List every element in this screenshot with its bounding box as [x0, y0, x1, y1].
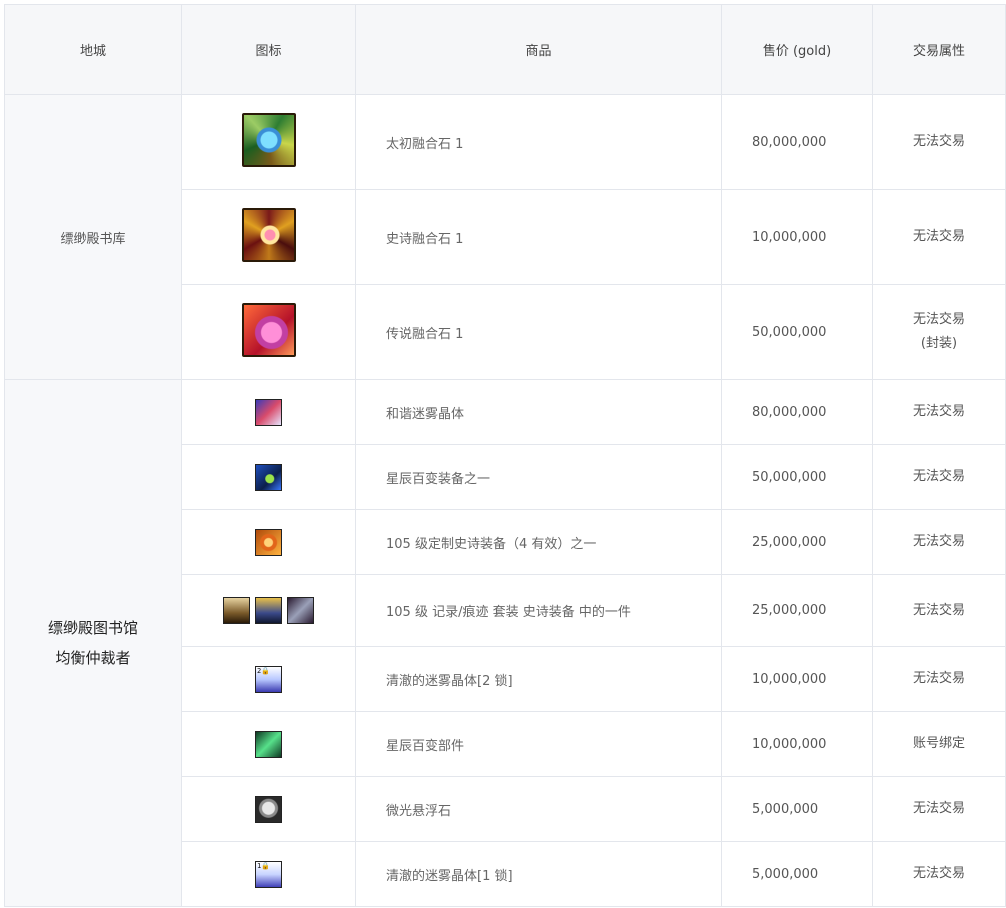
epic-fusion-stone-icon — [241, 208, 296, 262]
item-name: 传说融合石 1 — [355, 284, 722, 380]
custom-epic-icon — [255, 528, 282, 556]
item-name: 太初融合石 1 — [355, 94, 722, 190]
item-trade-attr: 无法交易 — [872, 509, 1006, 575]
npc-name: 均衡仲裁者 — [55, 649, 131, 667]
shop-table: 地城 图标 商品 售价 (gold) 交易属性 缥缈殿书库 太初融合石 1 80… — [4, 4, 1006, 907]
item-trade-attr: 无法交易 — [872, 776, 1006, 842]
clear-mist-crystal-1-lock-icon: 1🔒 — [255, 860, 282, 888]
table-row: 缥缈殿图书馆 均衡仲裁者 和谐迷雾晶体 80,000,000 无法交易 — [4, 379, 1006, 907]
icon-cell — [181, 509, 356, 575]
header-icon: 图标 — [181, 4, 356, 95]
item-trade-attr: 无法交易 — [872, 841, 1006, 907]
item-trade-attr: 无法交易 — [872, 574, 1006, 647]
trace-set-weapon-icon — [287, 597, 314, 624]
city-cell: 缥缈殿书库 — [4, 94, 182, 380]
trade-attr-line1: 无法交易 — [912, 312, 965, 327]
record-set-helmet-icon — [223, 597, 250, 624]
city-cell: 缥缈殿图书馆 均衡仲裁者 — [4, 379, 182, 907]
item-price: 10,000,000 — [721, 189, 873, 285]
header-price: 售价 (gold) — [721, 4, 873, 95]
star-equipment-icon — [255, 463, 282, 491]
header-city: 地城 — [4, 4, 182, 95]
item-trade-attr: 无法交易 — [872, 646, 1006, 712]
item-name: 105 级定制史诗装备（4 有效）之一 — [355, 509, 722, 575]
lock-count-label: 2🔒 — [257, 666, 270, 675]
harmony-mist-crystal-icon — [255, 398, 282, 426]
item-name: 星辰百变装备之一 — [355, 444, 722, 510]
icon-cell: 1🔒 — [181, 841, 356, 907]
item-name: 史诗融合石 1 — [355, 189, 722, 285]
icon-cell — [181, 189, 356, 285]
icon-cell — [181, 711, 356, 777]
item-trade-attr: 账号绑定 — [872, 711, 1006, 777]
item-price: 80,000,000 — [721, 379, 873, 445]
icon-cell — [181, 574, 356, 647]
item-price: 5,000,000 — [721, 841, 873, 907]
item-price: 50,000,000 — [721, 444, 873, 510]
icon-cell — [181, 284, 356, 380]
record-set-armor-icon — [255, 597, 282, 624]
trade-attr-line2: (封装) — [920, 336, 958, 351]
item-name: 清澈的迷雾晶体[2 锁] — [355, 646, 722, 712]
icon-cell — [181, 444, 356, 510]
icon-cell — [181, 94, 356, 190]
item-name: 清澈的迷雾晶体[1 锁] — [355, 841, 722, 907]
item-price: 50,000,000 — [721, 284, 873, 380]
clear-mist-crystal-2-lock-icon: 2🔒 — [255, 665, 282, 693]
item-name: 105 级 记录/痕迹 套装 史诗装备 中的一件 — [355, 574, 722, 647]
item-name: 星辰百变部件 — [355, 711, 722, 777]
item-price: 25,000,000 — [721, 574, 873, 647]
icon-cell — [181, 379, 356, 445]
header-row: 地城 图标 商品 售价 (gold) 交易属性 — [4, 4, 1006, 95]
glimmer-floating-stone-icon — [255, 795, 282, 823]
item-name: 和谐迷雾晶体 — [355, 379, 722, 445]
item-price: 80,000,000 — [721, 94, 873, 190]
table-row: 缥缈殿书库 太初融合石 1 80,000,000 无法交易 — [4, 94, 1006, 380]
legendary-fusion-stone-icon — [241, 303, 296, 357]
lock-count-label: 1🔒 — [257, 861, 270, 870]
icon-cell — [181, 776, 356, 842]
star-part-icon — [255, 730, 282, 758]
item-trade-attr: 无法交易 (封装) — [872, 284, 1006, 380]
item-price: 5,000,000 — [721, 776, 873, 842]
icon-cell: 2🔒 — [181, 646, 356, 712]
item-trade-attr: 无法交易 — [872, 189, 1006, 285]
header-item: 商品 — [355, 4, 722, 95]
item-trade-attr: 无法交易 — [872, 94, 1006, 190]
item-trade-attr: 无法交易 — [872, 444, 1006, 510]
header-attr: 交易属性 — [872, 4, 1006, 95]
item-trade-attr: 无法交易 — [872, 379, 1006, 445]
item-price: 10,000,000 — [721, 711, 873, 777]
item-price: 25,000,000 — [721, 509, 873, 575]
primal-fusion-stone-icon — [241, 113, 296, 167]
item-price: 10,000,000 — [721, 646, 873, 712]
item-name: 微光悬浮石 — [355, 776, 722, 842]
city-name: 缥缈殿图书馆 — [47, 619, 138, 637]
